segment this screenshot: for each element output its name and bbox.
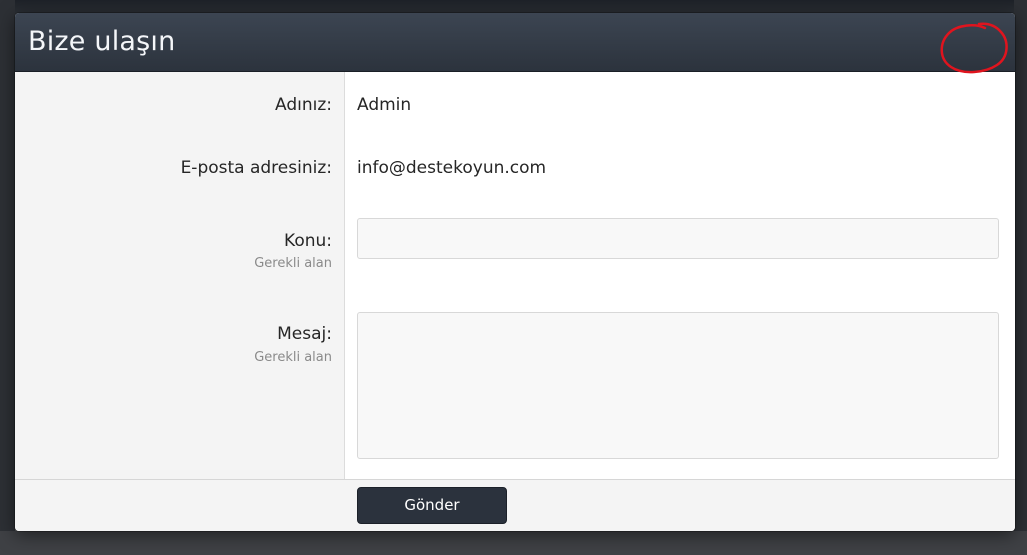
backdrop-right-edge bbox=[1014, 0, 1027, 555]
dialog-title: Bize ulaşın bbox=[28, 26, 176, 57]
close-button-area[interactable] bbox=[935, 19, 1011, 75]
name-value: Admin bbox=[357, 95, 412, 115]
message-textarea[interactable] bbox=[357, 312, 999, 459]
backdrop-left-edge bbox=[0, 0, 15, 555]
contact-dialog: Bize ulaşın Adınız: Admin E-posta adresi… bbox=[15, 13, 1015, 531]
dialog-header: Bize ulaşın bbox=[15, 13, 1015, 75]
email-value: info@destekoyun.com bbox=[357, 158, 547, 178]
submit-button[interactable]: Gönder bbox=[357, 487, 507, 524]
subject-input[interactable] bbox=[357, 218, 999, 259]
form-label-column bbox=[15, 72, 345, 479]
message-label: Mesaj: bbox=[277, 324, 332, 344]
red-circle-annotation-icon bbox=[940, 22, 1008, 74]
message-required-hint: Gerekli alan bbox=[254, 350, 332, 365]
email-label: E-posta adresiniz: bbox=[180, 158, 332, 178]
dialog-footer: Gönder bbox=[15, 479, 1015, 531]
subject-required-hint: Gerekli alan bbox=[254, 256, 332, 271]
backdrop-bottom-edge bbox=[0, 531, 1027, 555]
name-label: Adınız: bbox=[275, 95, 332, 115]
subject-label: Konu: bbox=[284, 231, 332, 251]
contact-form: Adınız: Admin E-posta adresiniz: info@de… bbox=[15, 72, 1015, 479]
